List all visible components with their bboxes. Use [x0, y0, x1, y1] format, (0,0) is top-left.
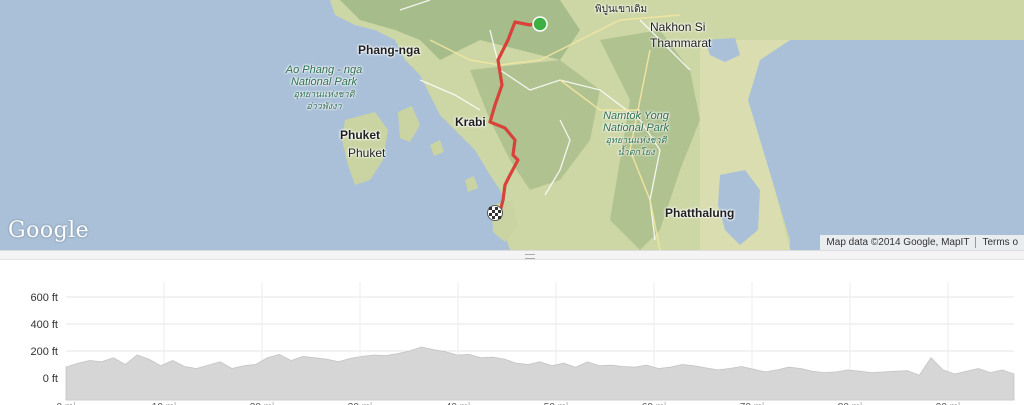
- elevation-profile-area[interactable]: [65, 346, 1015, 401]
- label-ao-phang-nga-line2: National Park: [290, 76, 358, 88]
- elevation-chart[interactable]: 600 ft400 ft200 ft0 ft0 mi10 mi20 mi30 m…: [0, 260, 1024, 405]
- label-namtok-thai1: อุทยานแห่งชาติ: [605, 135, 667, 145]
- checker-square: [498, 216, 501, 219]
- elevation-panel[interactable]: 600 ft400 ft200 ft0 ft0 mi10 mi20 mi30 m…: [0, 260, 1024, 405]
- start-marker[interactable]: [532, 16, 548, 32]
- label-nakhon: Nakhon Si: [650, 20, 706, 34]
- finish-marker[interactable]: [487, 205, 503, 221]
- resize-divider[interactable]: [0, 250, 1024, 260]
- label-phuket-province: Phuket: [340, 128, 381, 142]
- map-attribution: Map data ©2014 Google, MapIT Terms o: [820, 235, 1024, 250]
- label-ao-phang-nga-thai1: อุทยานแห่งชาติ: [293, 89, 355, 99]
- label-namtok-line2: National Park: [602, 122, 670, 134]
- y-tick-label: 400 ft: [30, 319, 58, 331]
- label-ao-phang-nga-line1: Ao Phang - nga: [285, 64, 363, 76]
- label-ao-phang-nga-thai2: อ่าวพังงา: [306, 101, 342, 111]
- checker-square: [489, 207, 492, 210]
- label-phang-nga: Phang-nga: [358, 43, 420, 57]
- checker-square: [495, 207, 498, 210]
- map-panel[interactable]: พิปูนเขาเดิม Nakhon Si Thammarat Phang-n…: [0, 0, 1024, 250]
- checker-square: [495, 213, 498, 216]
- route-viewer: พิปูนเขาเดิม Nakhon Si Thammarat Phang-n…: [0, 0, 1024, 405]
- checker-square: [498, 210, 501, 213]
- attribution-text: Map data ©2014 Google, MapIT: [826, 237, 970, 248]
- checker-square: [489, 213, 492, 216]
- y-tick-label: 0 ft: [43, 373, 58, 385]
- label-top-thai: พิปูนเขาเดิม: [595, 4, 648, 15]
- label-namtok-thai2: น้ำตกโยง: [617, 147, 655, 157]
- y-tick-label: 600 ft: [30, 292, 58, 304]
- checker-square: [492, 216, 495, 219]
- google-logo: Google: [8, 218, 90, 243]
- label-phatthalung: Phatthalung: [665, 206, 735, 220]
- label-krabi: Krabi: [455, 115, 486, 129]
- label-phuket-city: Phuket: [348, 146, 386, 160]
- label-namtok-park: Namtok Yong National Park อุทยานแห่งชาติ…: [594, 110, 678, 158]
- label-ao-phang-nga-park: Ao Phang - nga National Park อุทยานแห่งช…: [284, 64, 364, 112]
- terms-link[interactable]: Terms o: [976, 237, 1024, 248]
- map-canvas[interactable]: [0, 0, 1024, 250]
- y-tick-label: 200 ft: [30, 346, 58, 358]
- checker-square: [492, 210, 495, 213]
- label-namtok-line1: Namtok Yong: [603, 110, 669, 122]
- label-thammarat: Thammarat: [650, 36, 712, 50]
- drag-handle-icon[interactable]: [525, 254, 535, 259]
